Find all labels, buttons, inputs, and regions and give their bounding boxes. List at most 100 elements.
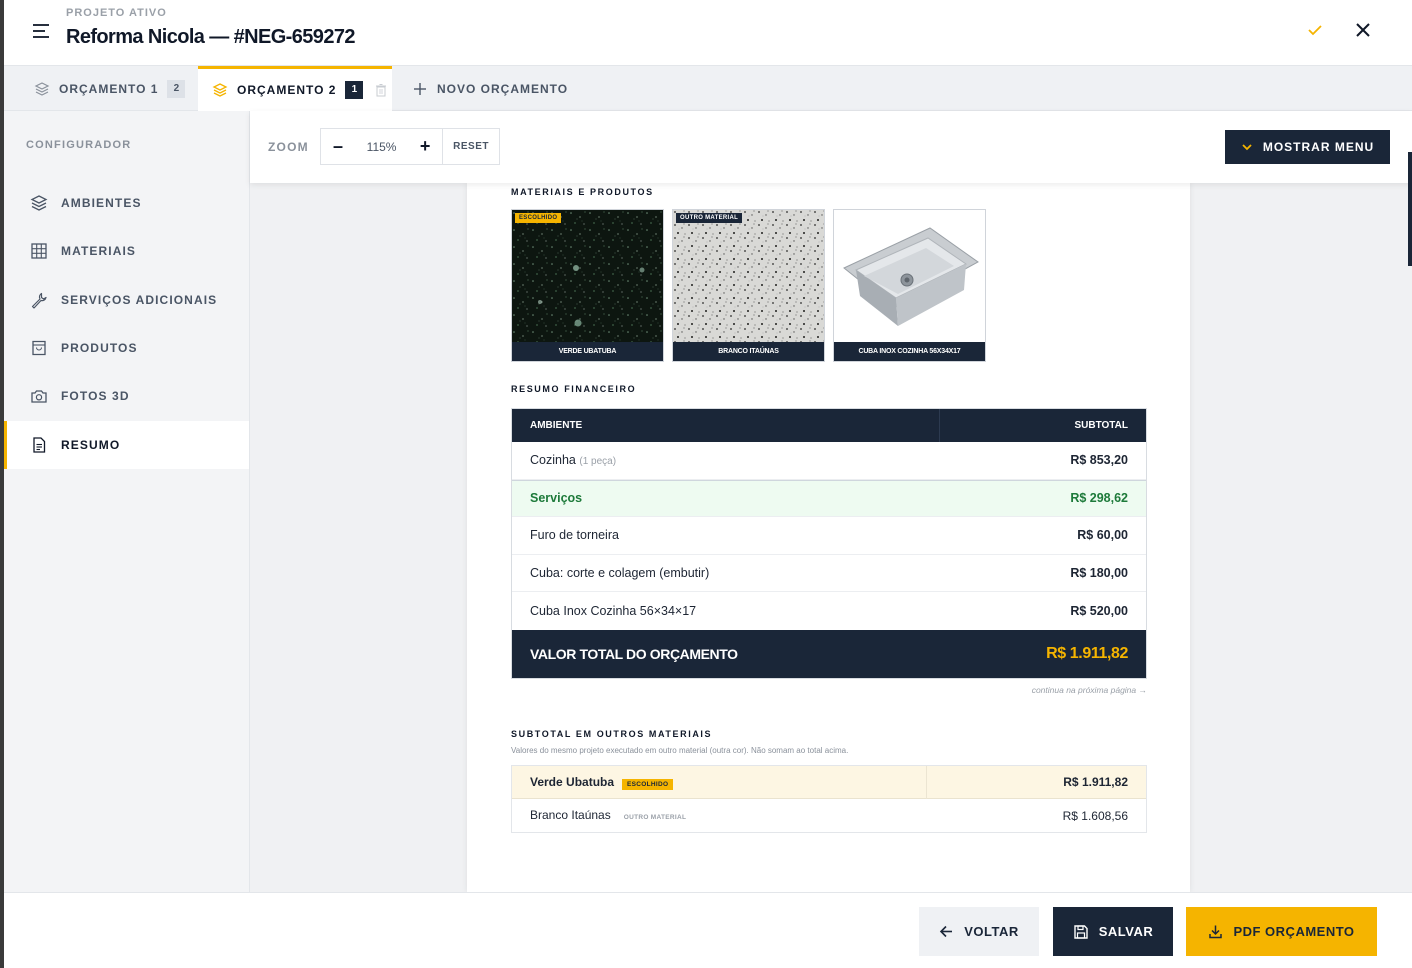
sidebar-item-ambientes[interactable]: AMBIENTES [4, 179, 249, 227]
table-row: Furo de torneira R$ 60,00 [512, 517, 1146, 555]
save-button[interactable]: SALVAR [1053, 907, 1173, 956]
download-icon [1209, 925, 1223, 939]
tab-label: ORÇAMENTO 1 [59, 81, 159, 96]
row-label: Branco Itaúnas OUTRO MATERIAL [530, 808, 691, 823]
table-row: Cuba: corte e colagem (embutir) R$ 180,0… [512, 555, 1146, 592]
save-label: SALVAR [1098, 924, 1154, 939]
chevron-down-icon [1242, 144, 1252, 151]
footer-actions: VOLTAR SALVAR PDF ORÇAMENTO [4, 892, 1412, 968]
thumb-caption: CUBA INOX COZINHA 56X34X17 [834, 342, 985, 361]
total-row: VALOR TOTAL DO ORÇAMENTO R$ 1.911,82 [512, 629, 1146, 678]
table-row-services: Serviços R$ 298,62 [512, 479, 1146, 517]
layers-icon [212, 83, 228, 97]
sidebar: CONFIGURADOR AMBIENTES MATERIAIS SERVIÇO… [4, 111, 250, 892]
other-material-tag: OUTRO MATERIAL [623, 814, 687, 821]
zoom-out-button[interactable]: – [321, 129, 355, 164]
other-material-row-chosen: Verde Ubatuba ESCOLHIDO R$ 1.911,82 [512, 766, 1146, 799]
row-label: Verde Ubatuba ESCOLHIDO [530, 775, 674, 790]
column-divider [939, 409, 940, 442]
other-materials-note: Valores do mesmo projeto executado em ou… [511, 746, 849, 755]
other-materials-section-title: SUBTOTAL EM OUTROS MATERIAIS [511, 729, 713, 739]
table-row: Cozinha (1 peça) R$ 853,20 [512, 442, 1146, 480]
scrollbar-thumb[interactable] [1408, 152, 1412, 266]
chosen-tag: ESCOLHIDO [515, 213, 562, 223]
column-header-subtotal: SUBTOTAL [1074, 420, 1128, 431]
total-value: R$ 1.911,82 [1046, 644, 1128, 662]
check-icon[interactable] [1306, 21, 1324, 39]
financial-table: AMBIENTE SUBTOTAL Cozinha (1 peça) R$ 85… [511, 408, 1147, 679]
row-note: (1 peça) [579, 456, 617, 468]
sidebar-item-materiais[interactable]: MATERIAIS [4, 227, 249, 275]
show-menu-label: MOSTRAR MENU [1262, 140, 1375, 154]
plus-icon [414, 82, 426, 95]
camera-icon [31, 390, 47, 403]
layers-icon [30, 195, 48, 211]
canvas-toolbar: ZOOM – 115% + RESET MOSTRAR MENU [250, 111, 1412, 183]
granite-light-texture [673, 210, 824, 344]
sidebar-item-resumo[interactable]: RESUMO [4, 421, 249, 469]
other-material-tag: OUTRO MATERIAL [676, 213, 743, 223]
chosen-tag: ESCOLHIDO [622, 778, 674, 790]
tab-novo-orcamento[interactable]: NOVO ORÇAMENTO [412, 66, 568, 111]
row-value: R$ 298,62 [1070, 491, 1128, 506]
thumb-caption: VERDE UBATUBA [512, 342, 663, 361]
tab-count-badge: 2 [167, 79, 186, 98]
thumb-caption: BRANCO ITAÚNAS [673, 342, 824, 361]
materials-section-title: MATERIAIS E PRODUTOS [511, 187, 654, 197]
zoom-in-button[interactable]: + [408, 129, 442, 164]
document-icon [33, 437, 46, 453]
tab-label: ORÇAMENTO 2 [237, 83, 337, 97]
tab-count-badge: 1 [345, 81, 364, 99]
grid-icon [31, 243, 47, 259]
financial-section-title: RESUMO FINANCEIRO [511, 384, 637, 394]
product-thumb-cuba-inox[interactable]: CUBA INOX COZINHA 56X34X17 [833, 209, 986, 362]
row-value: R$ 853,20 [1070, 453, 1128, 468]
row-value: R$ 60,00 [1077, 528, 1128, 543]
row-label: Serviços [530, 491, 583, 506]
row-value: R$ 1.608,56 [1062, 808, 1128, 823]
sidebar-item-servicos[interactable]: SERVIÇOS ADICIONAIS [4, 276, 249, 324]
back-label: VOLTAR [964, 924, 1019, 939]
back-button[interactable]: VOLTAR [919, 907, 1039, 956]
row-value: R$ 180,00 [1070, 565, 1128, 580]
zoom-control: – 115% + RESET [320, 128, 500, 165]
row-label: Cuba: corte e colagem (embutir) [530, 565, 710, 580]
pdf-label: PDF ORÇAMENTO [1233, 924, 1355, 939]
material-thumb-verde-ubatuba[interactable]: ESCOLHIDO VERDE UBATUBA [511, 209, 664, 362]
row-label: Cozinha (1 peça) [530, 453, 617, 468]
tab-orcamento-1[interactable]: ORÇAMENTO 1 2 [34, 66, 186, 111]
sidebar-item-label: AMBIENTES [61, 196, 142, 210]
show-menu-button[interactable]: MOSTRAR MENU [1225, 130, 1390, 164]
arrow-left-icon [940, 925, 953, 938]
bag-icon [32, 340, 46, 356]
close-icon[interactable] [1353, 20, 1373, 40]
sidebar-item-label: RESUMO [61, 438, 121, 452]
table-row: Cuba Inox Cozinha 56×34×17 R$ 520,00 [512, 592, 1146, 630]
sidebar-item-fotos-3d[interactable]: FOTOS 3D [4, 372, 249, 420]
save-icon [1074, 924, 1088, 939]
pdf-button[interactable]: PDF ORÇAMENTO [1186, 907, 1377, 956]
row-value: R$ 520,00 [1070, 603, 1128, 618]
budget-tabs: ORÇAMENTO 1 2 ORÇAMENTO 2 1 NOVO ORÇAMEN… [4, 66, 1412, 111]
other-material-row: Branco Itaúnas OUTRO MATERIAL R$ 1.608,56 [512, 799, 1146, 832]
granite-dark-texture [512, 210, 663, 344]
sidebar-title: CONFIGURADOR [26, 139, 132, 151]
sidebar-item-produtos[interactable]: PRODUTOS [4, 324, 249, 372]
row-label: Furo de torneira [530, 528, 619, 543]
header: PROJETO ATIVO Reforma Nicola — #NEG-6592… [4, 0, 1412, 66]
zoom-label: ZOOM [268, 140, 309, 154]
project-label: PROJETO ATIVO [66, 7, 167, 19]
continue-note: continua na próxima página → [1031, 685, 1147, 695]
sink-image [834, 210, 985, 344]
tab-label: NOVO ORÇAMENTO [437, 81, 569, 96]
material-thumb-branco-itaunas[interactable]: OUTRO MATERIAL BRANCO ITAÚNAS [672, 209, 825, 362]
trash-icon[interactable] [374, 83, 388, 97]
column-header-ambiente: AMBIENTE [530, 420, 583, 431]
menu-icon[interactable] [30, 20, 52, 42]
zoom-reset-button[interactable]: RESET [442, 129, 499, 164]
row-label: Cuba Inox Cozinha 56×34×17 [530, 603, 697, 618]
tab-orcamento-2[interactable]: ORÇAMENTO 2 1 [198, 66, 392, 111]
layers-icon [34, 81, 50, 96]
sidebar-item-label: FOTOS 3D [61, 389, 130, 403]
other-materials-table: Verde Ubatuba ESCOLHIDO R$ 1.911,82 Branc… [511, 765, 1147, 833]
